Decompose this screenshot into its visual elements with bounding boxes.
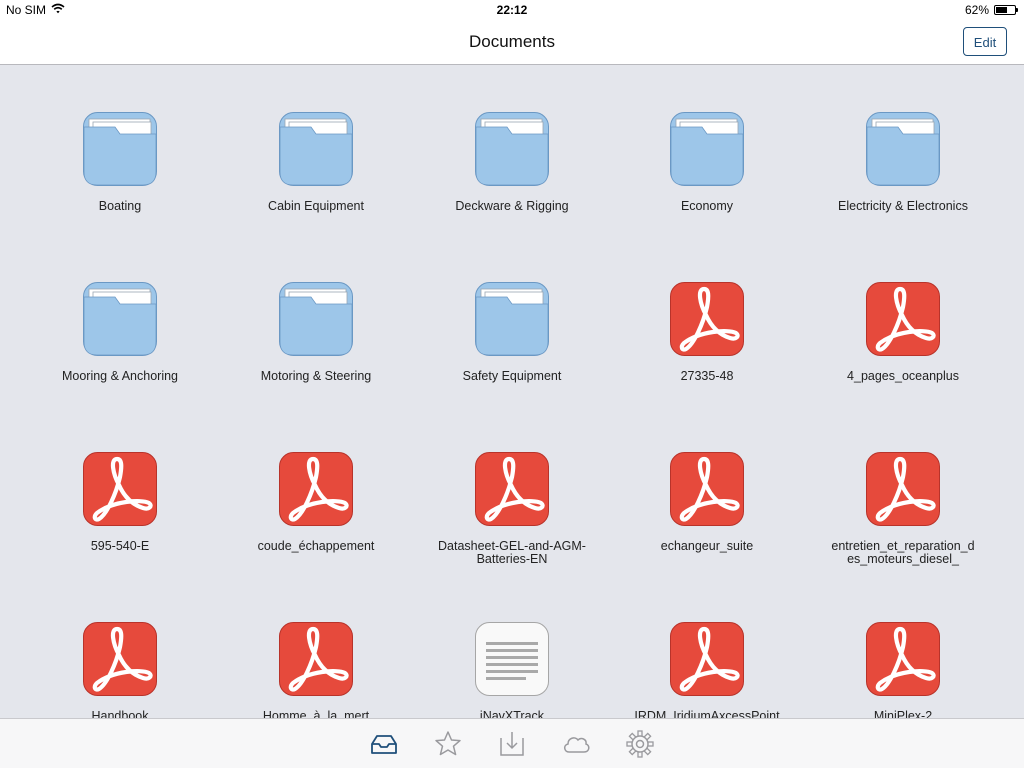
folder-icon bbox=[670, 112, 744, 186]
document-item[interactable]: Datasheet-GEL-and-AGM- Batteries-EN bbox=[422, 452, 602, 612]
document-item[interactable]: 595-540-E bbox=[30, 452, 210, 612]
item-label: Deckware & Rigging bbox=[455, 199, 569, 213]
clock: 22:12 bbox=[496, 3, 528, 17]
status-bar: No SIM 22:12 62% bbox=[0, 0, 1024, 20]
item-label: Economy bbox=[680, 199, 734, 213]
item-label: 27335-48 bbox=[680, 369, 734, 383]
folder-item[interactable]: Boating bbox=[30, 112, 210, 272]
battery-level bbox=[996, 7, 1007, 13]
document-item[interactable]: entretien_et_reparation_d es_moteurs_dies… bbox=[813, 452, 993, 612]
folder-item[interactable]: Deckware & Rigging bbox=[422, 112, 602, 272]
edit-button[interactable]: Edit bbox=[963, 27, 1007, 56]
folder-item[interactable]: Safety Equipment bbox=[422, 282, 602, 442]
app-window: No SIM 22:12 62% Documents Edit Boating bbox=[0, 0, 1024, 768]
document-item[interactable]: 27335-48 bbox=[617, 282, 797, 442]
item-label: IRDM_IridiumAxcessPoint bbox=[634, 709, 780, 719]
item-label: entretien_et_reparation_d es_moteurs_dies… bbox=[831, 539, 975, 566]
item-label: Handbook bbox=[91, 709, 149, 719]
document-item[interactable]: iNavXTrack bbox=[422, 622, 602, 718]
document-item[interactable]: IRDM_IridiumAxcessPoint bbox=[617, 622, 797, 718]
item-label: Homme_à_la_mert bbox=[262, 709, 370, 719]
download-icon[interactable] bbox=[497, 729, 527, 759]
document-item[interactable]: coude_échappement bbox=[226, 452, 406, 612]
document-item[interactable]: MiniPlex-2 bbox=[813, 622, 993, 718]
item-label: MiniPlex-2 bbox=[873, 709, 933, 719]
pdf-icon bbox=[279, 622, 353, 696]
folder-item[interactable]: Mooring & Anchoring bbox=[30, 282, 210, 442]
folder-icon bbox=[279, 282, 353, 356]
pdf-icon bbox=[83, 622, 157, 696]
pdf-icon bbox=[279, 452, 353, 526]
inbox-icon[interactable] bbox=[369, 729, 399, 759]
document-item[interactable]: echangeur_suite bbox=[617, 452, 797, 612]
item-label: 4_pages_oceanplus bbox=[847, 369, 959, 383]
folder-icon bbox=[475, 282, 549, 356]
folder-icon bbox=[475, 112, 549, 186]
pdf-icon bbox=[670, 452, 744, 526]
folder-item[interactable]: Economy bbox=[617, 112, 797, 272]
folder-icon bbox=[83, 112, 157, 186]
item-label: Motoring & Steering bbox=[260, 369, 372, 383]
battery-icon bbox=[994, 5, 1018, 15]
item-label: Mooring & Anchoring bbox=[61, 369, 179, 383]
item-label: coude_échappement bbox=[257, 539, 375, 553]
item-label: Safety Equipment bbox=[462, 369, 562, 383]
pdf-icon bbox=[866, 622, 940, 696]
folder-item[interactable]: Electricity & Electronics bbox=[813, 112, 993, 272]
documents-grid[interactable]: Boating Cabin Equipment Deckware & Riggi… bbox=[0, 65, 1024, 718]
item-label: Electricity & Electronics bbox=[838, 199, 968, 213]
pdf-icon bbox=[670, 622, 744, 696]
folder-item[interactable]: Motoring & Steering bbox=[226, 282, 406, 442]
item-label: Datasheet-GEL-and-AGM- Batteries-EN bbox=[438, 539, 586, 566]
page-title: Documents bbox=[469, 32, 555, 51]
status-right: 62% bbox=[964, 3, 1018, 17]
folder-item[interactable]: Cabin Equipment bbox=[226, 112, 406, 272]
navigation-bar: Documents Edit bbox=[0, 20, 1024, 65]
tab-bar bbox=[0, 718, 1024, 768]
item-label: Cabin Equipment bbox=[268, 199, 364, 213]
text-document-icon bbox=[475, 622, 549, 696]
gear-icon[interactable] bbox=[625, 729, 655, 759]
document-item[interactable]: Handbook bbox=[30, 622, 210, 718]
item-label: Boating bbox=[98, 199, 142, 213]
pdf-icon bbox=[670, 282, 744, 356]
cloud-icon[interactable] bbox=[561, 729, 591, 759]
star-icon[interactable] bbox=[433, 729, 463, 759]
item-label: echangeur_suite bbox=[660, 539, 754, 553]
pdf-icon bbox=[475, 452, 549, 526]
battery-percent: 62% bbox=[964, 3, 989, 17]
item-label: iNavXTrack bbox=[479, 709, 545, 719]
document-item[interactable]: 4_pages_oceanplus bbox=[813, 282, 993, 442]
folder-icon bbox=[83, 282, 157, 356]
pdf-icon bbox=[866, 452, 940, 526]
folder-icon bbox=[279, 112, 353, 186]
item-label: 595-540-E bbox=[90, 539, 150, 553]
folder-icon bbox=[866, 112, 940, 186]
pdf-icon bbox=[866, 282, 940, 356]
pdf-icon bbox=[83, 452, 157, 526]
document-item[interactable]: Homme_à_la_mert bbox=[226, 622, 406, 718]
